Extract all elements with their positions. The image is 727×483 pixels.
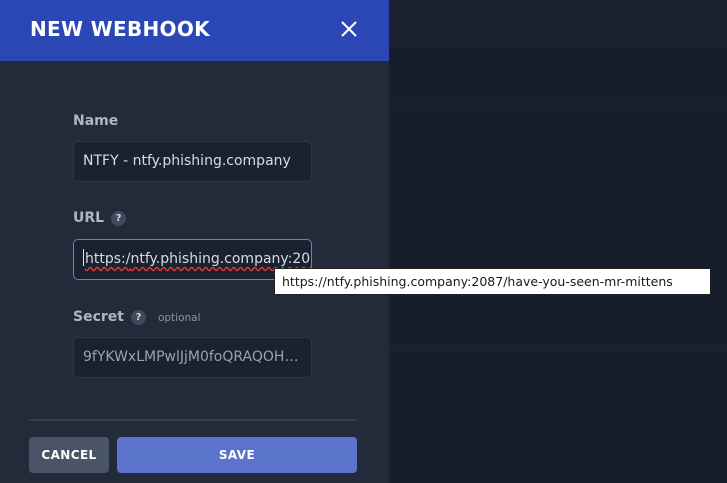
text-caret <box>83 249 84 266</box>
url-input-value: ntfy.phishing.company:208 <box>130 251 312 267</box>
close-icon <box>341 21 357 37</box>
background-row <box>389 96 727 114</box>
close-button[interactable] <box>336 16 362 42</box>
url-help-icon[interactable]: ? <box>111 211 127 226</box>
modal-title: NEW WEBHOOK <box>30 17 210 41</box>
secret-input[interactable]: 9fYKWxLMPwlJjM0foQRAQOH0... <box>73 337 312 378</box>
secret-help-icon[interactable]: ? <box>130 310 146 325</box>
name-label: Name <box>73 113 119 129</box>
background-row <box>389 345 727 353</box>
modal-header: NEW WEBHOOK <box>0 0 389 61</box>
url-label: URL? <box>73 210 127 226</box>
name-input[interactable]: NTFY - ntfy.phishing.company <box>73 141 312 182</box>
save-button[interactable]: SAVE <box>117 437 357 473</box>
cancel-button[interactable]: CANCEL <box>29 437 109 473</box>
footer-divider <box>29 419 357 421</box>
url-tooltip: https://ntfy.phishing.company:2087/have-… <box>274 268 711 295</box>
new-webhook-modal: NEW WEBHOOK Name NTFY - ntfy.phishing.co… <box>0 0 389 483</box>
background-header <box>389 0 727 48</box>
url-input-value-prefix: https:/ <box>85 251 131 267</box>
background-page <box>389 0 727 483</box>
optional-tag: optional <box>157 312 201 324</box>
secret-label: Secret? optional <box>73 309 201 325</box>
